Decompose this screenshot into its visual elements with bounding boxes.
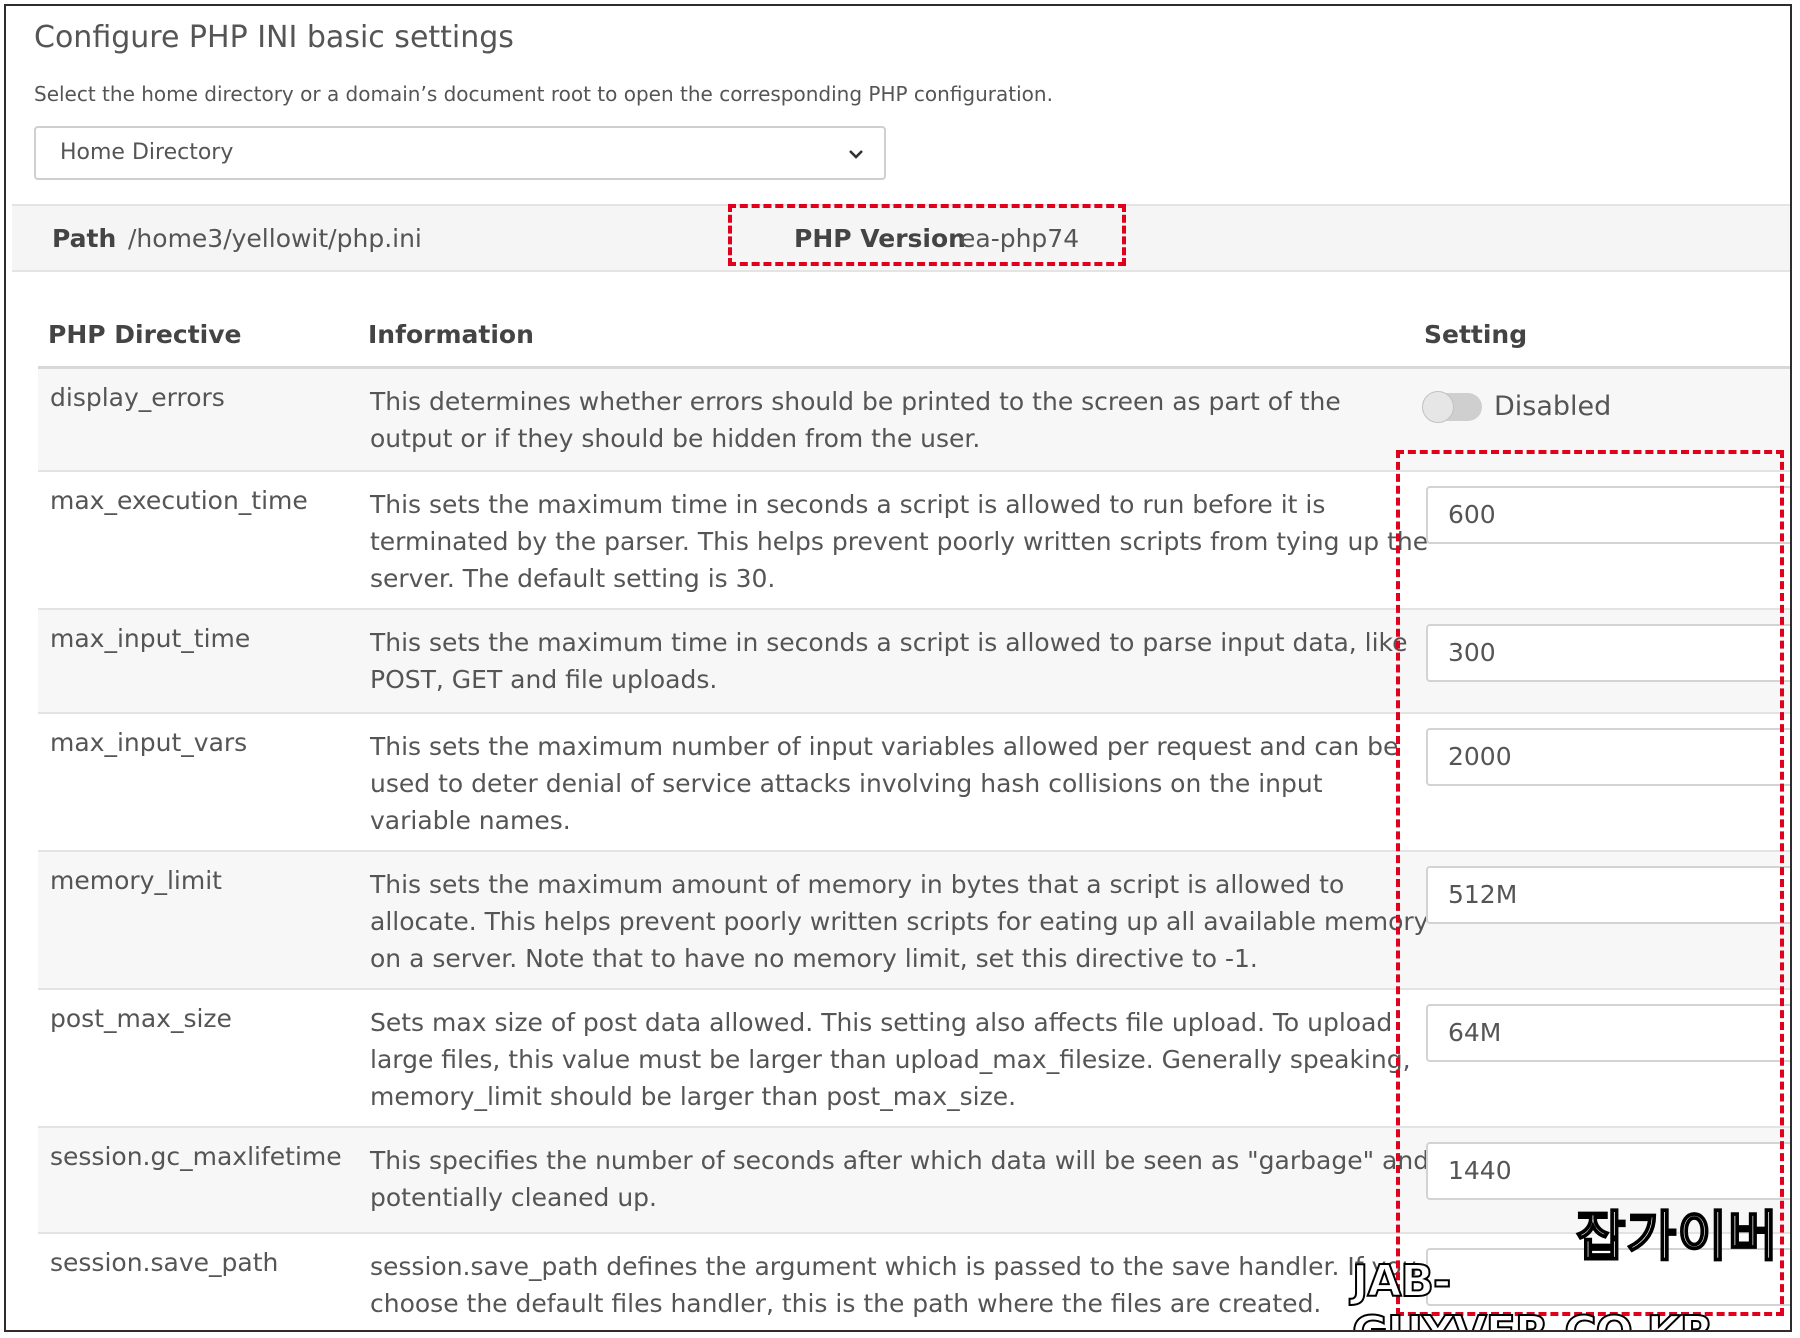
settings-highlight — [1396, 450, 1784, 1316]
chevron-down-icon — [849, 150, 863, 159]
directive-info: This sets the maximum time in seconds a … — [370, 490, 1429, 593]
location-select-value: Home Directory — [60, 140, 234, 165]
directive-info: This sets the maximum number of input va… — [370, 732, 1399, 835]
directive-name: session.save_path — [50, 1248, 279, 1277]
directive-name: post_max_size — [50, 1004, 232, 1033]
directive-name: max_execution_time — [50, 486, 308, 515]
page-subtitle: Select the home directory or a domain’s … — [34, 82, 1053, 106]
toggle-knob — [1422, 391, 1454, 423]
directive-info: session.save_path defines the argument w… — [370, 1252, 1418, 1318]
directive-info: This determines whether errors should be… — [370, 387, 1341, 453]
directive-name: memory_limit — [50, 866, 222, 895]
php-version-highlight — [728, 204, 1126, 266]
directive-name: display_errors — [50, 383, 225, 412]
php-ini-panel: Configure PHP INI basic settings Select … — [4, 4, 1792, 1332]
directive-info: This specifies the number of seconds aft… — [370, 1146, 1430, 1212]
header-information: Information — [368, 320, 534, 349]
display-errors-toggle[interactable] — [1422, 391, 1482, 423]
location-select[interactable]: Home Directory — [34, 126, 886, 180]
path-value: /home3/yellowit/php.ini — [128, 224, 422, 253]
toggle-label: Disabled — [1494, 391, 1612, 422]
watermark-url: JAB-GUYVER.CO.KR — [1351, 1255, 1715, 1330]
header-setting: Setting — [1424, 320, 1528, 349]
path-label: Path — [52, 224, 117, 253]
directive-name: session.gc_maxlifetime — [50, 1142, 342, 1171]
directive-name: max_input_time — [50, 624, 251, 653]
directive-name: max_input_vars — [50, 728, 248, 757]
directive-info: This sets the maximum time in seconds a … — [370, 628, 1408, 694]
page-title: Configure PHP INI basic settings — [34, 20, 514, 55]
directive-info: Sets max size of post data allowed. This… — [370, 1008, 1411, 1111]
header-directive: PHP Directive — [48, 320, 242, 349]
directive-info: This sets the maximum amount of memory i… — [370, 870, 1429, 973]
